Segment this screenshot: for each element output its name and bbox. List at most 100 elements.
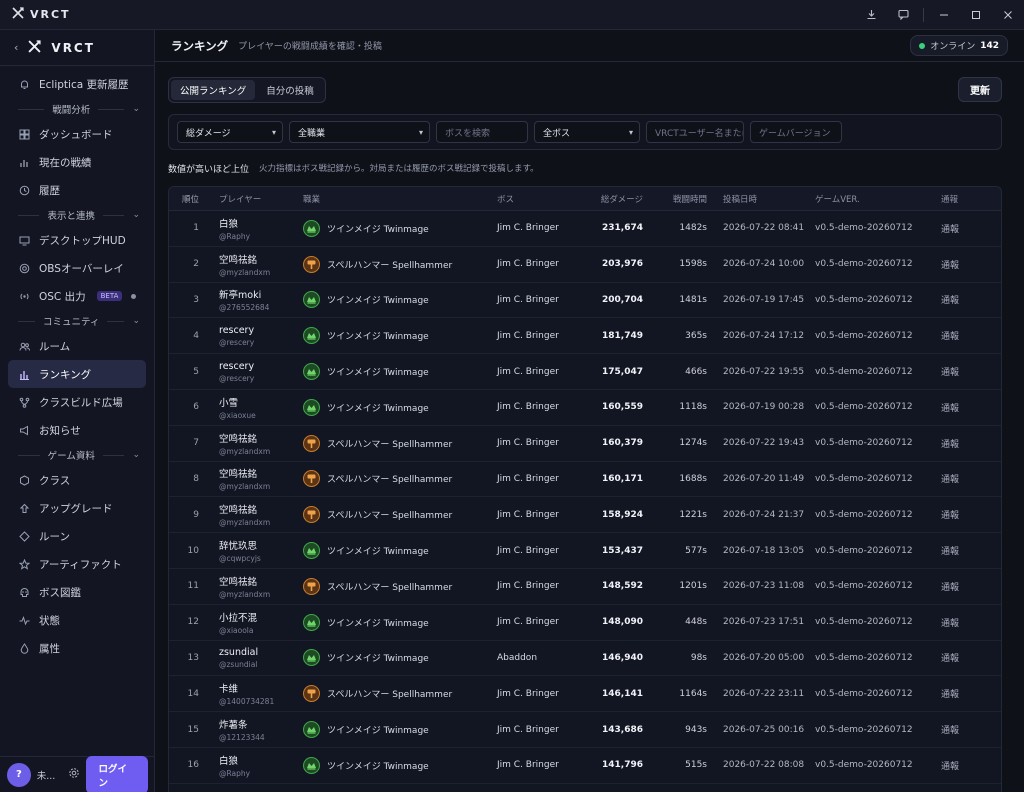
report-link[interactable]: 通報: [941, 508, 971, 521]
player-cell[interactable]: 空鸣祛銘 @myzlandxm: [205, 574, 303, 599]
sidebar-item-hud[interactable]: デスクトップHUD: [0, 226, 154, 254]
job-cell: ツインメイジ Twinmage: [303, 721, 497, 739]
sidebar-item-osc[interactable]: OSC 出力 BETA: [0, 282, 154, 310]
sidebar-item-artifact[interactable]: アーティファクト: [0, 550, 154, 578]
metric-select[interactable]: 総ダメージ ▾: [177, 121, 283, 143]
report-link[interactable]: 通報: [941, 759, 971, 772]
collapse-chevron-icon[interactable]: ‹: [14, 41, 18, 54]
sidebar-item-build[interactable]: クラスビルド広場: [0, 388, 154, 416]
report-link[interactable]: 通報: [941, 401, 971, 414]
player-cell[interactable]: 空鸣祛銘 @myzlandxm: [205, 431, 303, 456]
boss-select[interactable]: 全ボス ▾: [534, 121, 640, 143]
sidebar-item-update-log[interactable]: Ecliptica 更新履歴: [0, 70, 154, 98]
report-link[interactable]: 通報: [941, 651, 971, 664]
report-link[interactable]: 通報: [941, 293, 971, 306]
report-link[interactable]: 通報: [941, 329, 971, 342]
table-row[interactable]: 16 白狼 @Raphy ツインメイジ Twinmage Jim C. Bringer 1…: [169, 748, 1001, 784]
player-cell[interactable]: 空鸣祛銘 @myzlandxm: [205, 252, 303, 277]
message-icon[interactable]: [887, 0, 919, 30]
sidebar-item-obs[interactable]: OBSオーバーレイ: [0, 254, 154, 282]
job-select[interactable]: 全職業 ▾: [289, 121, 430, 143]
player-cell[interactable]: 卡维 @1400734281: [205, 681, 303, 706]
report-link[interactable]: 通報: [941, 437, 971, 450]
report-link[interactable]: 通報: [941, 365, 971, 378]
table-row[interactable]: 11 空鸣祛銘 @myzlandxm スペルハンマー Spellhammer Jim C…: [169, 569, 1001, 605]
player-cell[interactable]: 辞忧玖思 @cqwpcyjs: [205, 538, 303, 563]
table-row[interactable]: 3 新亭moki @276552684 ツインメイジ Twinmage Jim C. B…: [169, 283, 1001, 319]
player-cell[interactable]: 白狼 @Raphy: [205, 216, 303, 241]
tab-my-posts[interactable]: 自分の投稿: [257, 80, 323, 100]
sidebar-item-dashboard[interactable]: ダッシュボード: [0, 120, 154, 148]
section-display[interactable]: 表示と連携 ⌄: [0, 204, 154, 226]
tab-public-ranking[interactable]: 公開ランキング: [171, 80, 256, 100]
report-link[interactable]: 通報: [941, 580, 971, 593]
table-row[interactable]: 2 空鸣祛銘 @myzlandxm スペルハンマー Spellhammer Jim C.…: [169, 247, 1001, 283]
gear-icon[interactable]: [68, 767, 80, 782]
section-game[interactable]: ゲーム資料 ⌄: [0, 444, 154, 466]
spellhammer-job-icon: [303, 685, 320, 703]
refresh-button[interactable]: 更新: [958, 77, 1002, 102]
user-search-input[interactable]: VRCTユーザー名または: [646, 121, 744, 143]
table-row[interactable]: 7 空鸣祛銘 @myzlandxm スペルハンマー Spellhammer Jim C.…: [169, 426, 1001, 462]
sidebar-item-status[interactable]: 状態: [0, 606, 154, 634]
report-link[interactable]: 通報: [941, 222, 971, 235]
header-player[interactable]: プレイヤー: [205, 193, 303, 205]
table-row[interactable]: 6 小雪 @xiaoxue ツインメイジ Twinmage Jim C. Bringer…: [169, 390, 1001, 426]
sidebar-item-news[interactable]: お知らせ: [0, 416, 154, 444]
table-row[interactable]: 13 zsundial @zsundial ツインメイジ Twinmage Abaddo…: [169, 641, 1001, 677]
header-rank[interactable]: 順位: [169, 193, 205, 205]
header-version[interactable]: ゲームVER.: [815, 193, 941, 205]
player-cell[interactable]: zsundial @zsundial: [205, 647, 303, 669]
header-date[interactable]: 投稿日時: [707, 193, 815, 205]
report-link[interactable]: 通報: [941, 472, 971, 485]
table-row[interactable]: 4 rescery @rescery ツインメイジ Twinmage Jim C. Br…: [169, 318, 1001, 355]
header-damage[interactable]: 総ダメージ: [579, 193, 643, 205]
boss-search-input[interactable]: ボスを検索: [436, 121, 528, 143]
sidebar-item-room[interactable]: ルーム: [0, 332, 154, 360]
report-link[interactable]: 通報: [941, 723, 971, 736]
player-cell[interactable]: rescery @rescery: [205, 361, 303, 383]
version-search-input[interactable]: ゲームバージョン: [750, 121, 842, 143]
sidebar-item-upgrade[interactable]: アップグレード: [0, 494, 154, 522]
header-time[interactable]: 戦闘時間: [643, 193, 707, 205]
minimize-icon[interactable]: [928, 0, 960, 30]
player-cell[interactable]: 空鸣祛銘 @myzlandxm: [205, 466, 303, 491]
sidebar-item-rune[interactable]: ルーン: [0, 522, 154, 550]
player-cell[interactable]: 新亭moki @276552684: [205, 287, 303, 312]
table-row[interactable]: 10 辞忧玖思 @cqwpcyjs ツインメイジ Twinmage Jim C. Bri…: [169, 533, 1001, 569]
report-link[interactable]: 通報: [941, 544, 971, 557]
sidebar-item-current[interactable]: 現在の戦績: [0, 148, 154, 176]
login-button[interactable]: ログイン: [86, 755, 148, 792]
table-row[interactable]: 15 炸薯条 @12123344 ツインメイジ Twinmage Jim C. Brin…: [169, 712, 1001, 748]
header-job[interactable]: 職業: [303, 193, 497, 205]
header-boss[interactable]: ボス: [497, 193, 579, 205]
player-cell[interactable]: 小雪 @xiaoxue: [205, 395, 303, 420]
table-row[interactable]: 5 rescery @rescery ツインメイジ Twinmage Jim C. Br…: [169, 354, 1001, 390]
sidebar-item-attr[interactable]: 属性: [0, 634, 154, 662]
player-cell[interactable]: 小拉不混 @xiaoola: [205, 610, 303, 635]
section-analysis[interactable]: 戦闘分析 ⌄: [0, 98, 154, 120]
player-cell[interactable]: 空鸣祛銘 @myzlandxm: [205, 502, 303, 527]
table-row[interactable]: 9 空鸣祛銘 @myzlandxm スペルハンマー Spellhammer Jim C.…: [169, 497, 1001, 534]
report-link[interactable]: 通報: [941, 258, 971, 271]
maximize-icon[interactable]: [960, 0, 992, 30]
table-row[interactable]: 1 白狼 @Raphy ツインメイジ Twinmage Jim C. Bringer 23…: [169, 211, 1001, 247]
avatar[interactable]: ?: [7, 762, 31, 787]
version-cell: v0.5-demo-20260712: [815, 545, 913, 556]
sidebar-item-class[interactable]: クラス: [0, 466, 154, 494]
sidebar-item-history[interactable]: 履歴: [0, 176, 154, 204]
report-link[interactable]: 通報: [941, 616, 971, 629]
section-community[interactable]: コミュニティ ⌄: [0, 310, 154, 332]
sidebar-item-label: お知らせ: [39, 424, 81, 437]
table-row[interactable]: 8 空鸣祛銘 @myzlandxm スペルハンマー Spellhammer Jim C.…: [169, 462, 1001, 498]
player-cell[interactable]: 白狼 @Raphy: [205, 753, 303, 778]
download-icon[interactable]: [855, 0, 887, 30]
report-link[interactable]: 通報: [941, 687, 971, 700]
player-cell[interactable]: 炸薯条 @12123344: [205, 717, 303, 742]
sidebar-item-boss[interactable]: ボス図鑑: [0, 578, 154, 606]
player-cell[interactable]: rescery @rescery: [205, 325, 303, 347]
table-row[interactable]: 14 卡维 @1400734281 スペルハンマー Spellhammer Jim C.…: [169, 676, 1001, 713]
table-row[interactable]: 12 小拉不混 @xiaoola ツインメイジ Twinmage Jim C. Brin…: [169, 605, 1001, 641]
close-icon[interactable]: [992, 0, 1024, 30]
sidebar-item-ranking[interactable]: ランキング: [8, 360, 146, 388]
